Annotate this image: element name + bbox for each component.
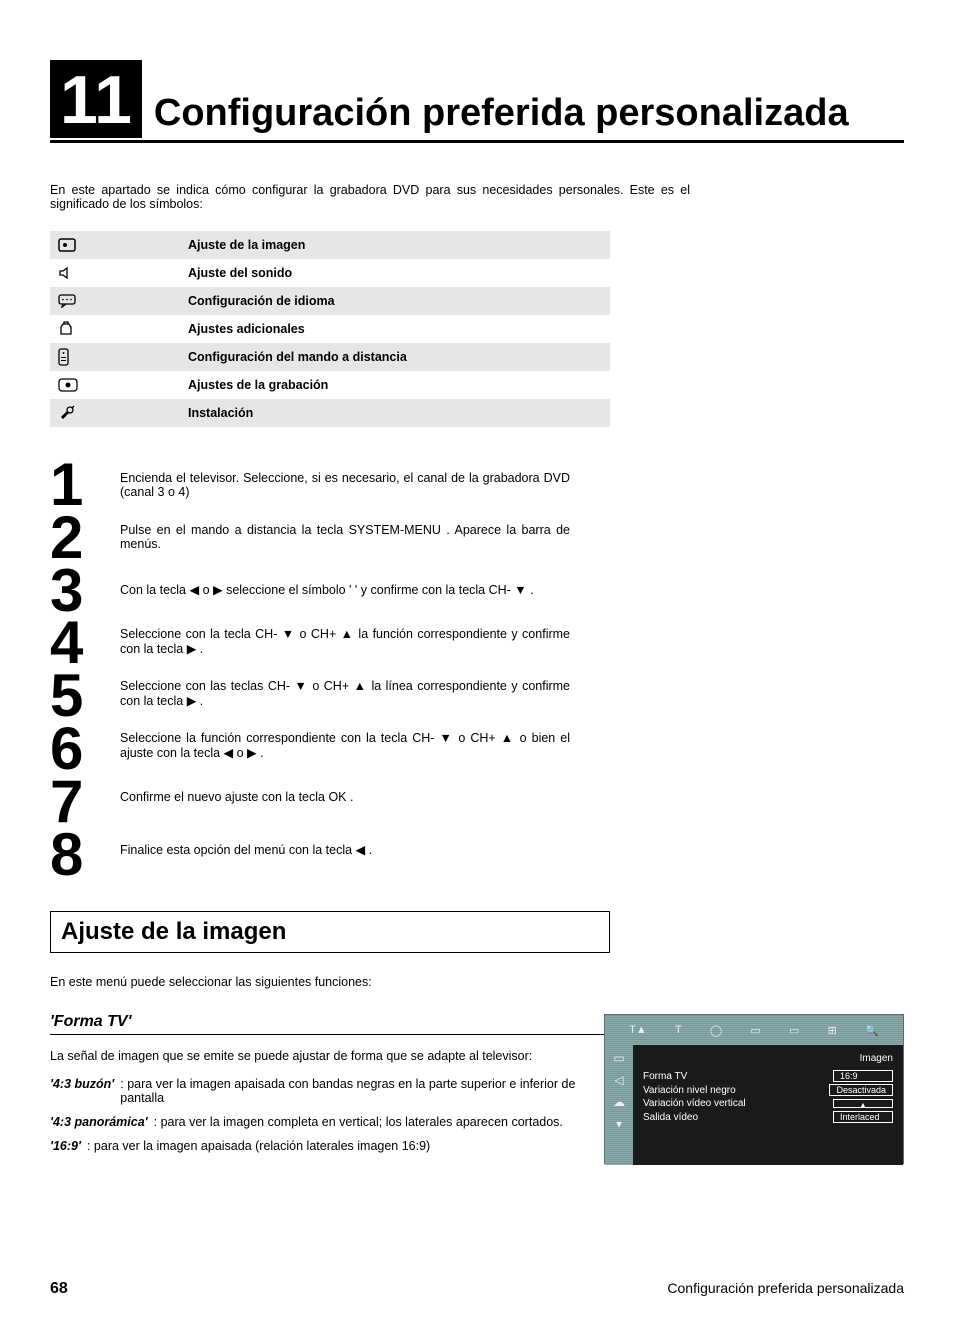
section-intro: En este menú puede seleccionar las sigui…	[50, 975, 904, 989]
osd-top-icon: T▲	[629, 1024, 647, 1036]
chapter-title: Configuración preferida personalizada	[154, 94, 849, 138]
intro-paragraph: En este apartado se indica cómo configur…	[50, 183, 690, 211]
osd-preview: T▲ T ◯ ▭ ▭ ⊞ 🔍 ▭ ◁ ☁ ▾ Imagen Forma TV 1…	[604, 1014, 904, 1164]
osd-side-icon: ◁	[614, 1073, 623, 1087]
chapter-number: 11	[50, 60, 142, 138]
step-text: Finalice esta opción del menú con la tec…	[120, 823, 570, 875]
remote-icon	[58, 348, 188, 366]
symbol-row: Instalación	[50, 399, 610, 427]
osd-top-icon: ◯	[710, 1024, 722, 1037]
osd-panel-title: Imagen	[643, 1053, 893, 1064]
option-label: '4:3 buzón'	[50, 1077, 114, 1105]
osd-key: Variación nivel negro	[643, 1085, 736, 1096]
osd-key: Salida vídeo	[643, 1112, 698, 1123]
option-desc: : para ver la imagen apaisada (relación …	[87, 1139, 430, 1153]
symbol-row: Ajustes de la grabación	[50, 371, 610, 399]
chapter-header: 11 Configuración preferida personalizada	[50, 60, 904, 143]
osd-side-icon: ☁	[613, 1095, 625, 1109]
step-text: Seleccione la función correspondiente co…	[120, 719, 570, 771]
step-text: Confirme el nuevo ajuste con la tecla OK…	[120, 771, 570, 823]
osd-side-icon: ▾	[616, 1117, 622, 1131]
symbol-label: Ajustes de la grabación	[188, 378, 328, 392]
features-icon	[58, 321, 188, 337]
footer-section-title: Configuración preferida personalizada	[667, 1280, 904, 1298]
symbol-row: Configuración del mando a distancia	[50, 343, 610, 371]
osd-slider	[833, 1099, 893, 1108]
osd-value: Desactivada	[829, 1084, 893, 1096]
osd-top-icon: ⊞	[828, 1024, 837, 1037]
option-desc: : para ver la imagen apaisada con bandas…	[120, 1077, 610, 1105]
osd-value: Interlaced	[833, 1111, 893, 1123]
osd-row: Variación nivel negro Desactivada	[643, 1084, 893, 1096]
symbol-label: Ajuste de la imagen	[188, 238, 305, 252]
osd-top-icon: ▭	[750, 1024, 760, 1037]
osd-sidebar: ▭ ◁ ☁ ▾	[605, 1045, 633, 1165]
sound-icon	[58, 266, 188, 280]
option-desc: : para ver la imagen completa en vertica…	[154, 1115, 563, 1129]
symbol-row: Ajuste del sonido	[50, 259, 610, 287]
language-icon	[58, 294, 188, 308]
section-heading: Ajuste de la imagen	[61, 918, 599, 946]
step-numbers: 1 2 3 4 5 6 7 8	[50, 459, 120, 881]
step-text: Encienda el televisor. Seleccione, si es…	[120, 459, 570, 511]
osd-row: Salida vídeo Interlaced	[643, 1111, 893, 1123]
osd-top-icon: 🔍	[865, 1024, 879, 1037]
section-heading-box: Ajuste de la imagen	[50, 911, 610, 953]
page-footer: 68 Configuración preferida personalizada	[50, 1280, 904, 1298]
option-label: '16:9'	[50, 1139, 81, 1153]
symbol-table: Ajuste de la imagen Ajuste del sonido Co…	[50, 231, 610, 427]
option-line: '4:3 buzón' : para ver la imagen apaisad…	[50, 1077, 610, 1105]
symbol-label: Ajustes adicionales	[188, 322, 305, 336]
osd-value: 16:9	[833, 1070, 893, 1082]
symbol-label: Configuración del mando a distancia	[188, 350, 407, 364]
osd-row: Variación vídeo vertical	[643, 1098, 893, 1109]
osd-key: Forma TV	[643, 1071, 687, 1082]
osd-content: Imagen Forma TV 16:9 Variación nivel neg…	[633, 1045, 903, 1165]
step-text: Seleccione con la tecla CH- ▼ o CH+ ▲ la…	[120, 615, 570, 667]
osd-side-icon: ▭	[613, 1051, 624, 1065]
symbol-label: Ajuste del sonido	[188, 266, 292, 280]
step-number: 8	[50, 829, 120, 882]
option-line: '4:3 panorámica' : para ver la imagen co…	[50, 1115, 610, 1129]
osd-top-icon: T	[675, 1024, 682, 1036]
symbol-row: Ajustes adicionales	[50, 315, 610, 343]
symbol-row: Ajuste de la imagen	[50, 231, 610, 259]
install-icon	[58, 404, 188, 422]
osd-top-icon: ▭	[789, 1024, 799, 1037]
option-label: '4:3 panorámica'	[50, 1115, 148, 1129]
step-text: Con la tecla ◀ o ▶ seleccione el símbolo…	[120, 563, 570, 615]
osd-topbar: T▲ T ◯ ▭ ▭ ⊞ 🔍	[605, 1015, 903, 1045]
step-text: Pulse en el mando a distancia la tecla S…	[120, 511, 570, 563]
steps-block: 1 2 3 4 5 6 7 8 Encienda el televisor. S…	[50, 459, 904, 881]
step-text: Seleccione con las teclas CH- ▼ o CH+ ▲ …	[120, 667, 570, 719]
osd-row: Forma TV 16:9	[643, 1070, 893, 1082]
picture-icon	[58, 238, 188, 252]
osd-key: Variación vídeo vertical	[643, 1098, 746, 1109]
symbol-row: Configuración de idioma	[50, 287, 610, 315]
page-number: 68	[50, 1280, 68, 1298]
symbol-label: Instalación	[188, 406, 253, 420]
record-icon	[58, 378, 188, 392]
subheading: 'Forma TV'	[50, 1013, 610, 1035]
option-line: '16:9' : para ver la imagen apaisada (re…	[50, 1139, 610, 1153]
symbol-label: Configuración de idioma	[188, 294, 335, 308]
